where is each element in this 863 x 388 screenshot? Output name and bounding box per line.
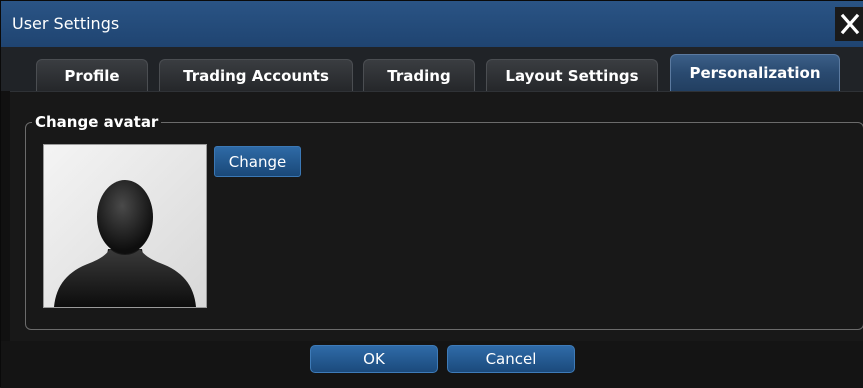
avatar [43,144,207,308]
tab-label: Personalization [689,64,821,82]
tab-label: Trading Accounts [183,66,329,85]
title-bar: User Settings [1,1,863,47]
tab-strip: Profile Trading Accounts Trading Layout … [1,47,863,91]
user-settings-dialog: User Settings Profile Trading Accounts T… [0,0,863,388]
close-icon [840,13,859,35]
button-label: Cancel [485,350,537,368]
window-left-border [1,47,10,388]
tab-trading-accounts[interactable]: Trading Accounts [159,59,353,91]
tab-profile[interactable]: Profile [36,59,148,91]
tab-content-panel: Change avatar Change [10,91,863,341]
tab-trading[interactable]: Trading [363,59,475,91]
change-avatar-button[interactable]: Change [214,146,301,177]
window-title: User Settings [12,14,120,33]
button-label: OK [363,350,385,368]
tab-layout-settings[interactable]: Layout Settings [486,59,658,91]
user-silhouette-icon [54,180,196,307]
tab-label: Layout Settings [505,66,639,85]
ok-button[interactable]: OK [310,345,438,373]
change-avatar-group: Change avatar Change [25,112,863,330]
dialog-footer: OK Cancel [1,341,863,388]
close-button[interactable] [835,7,863,41]
group-legend: Change avatar [32,112,162,132]
tab-personalization[interactable]: Personalization [670,54,840,91]
cancel-button[interactable]: Cancel [447,345,575,373]
button-label: Change [228,152,287,171]
tab-label: Trading [387,66,451,85]
tab-label: Profile [64,66,120,85]
